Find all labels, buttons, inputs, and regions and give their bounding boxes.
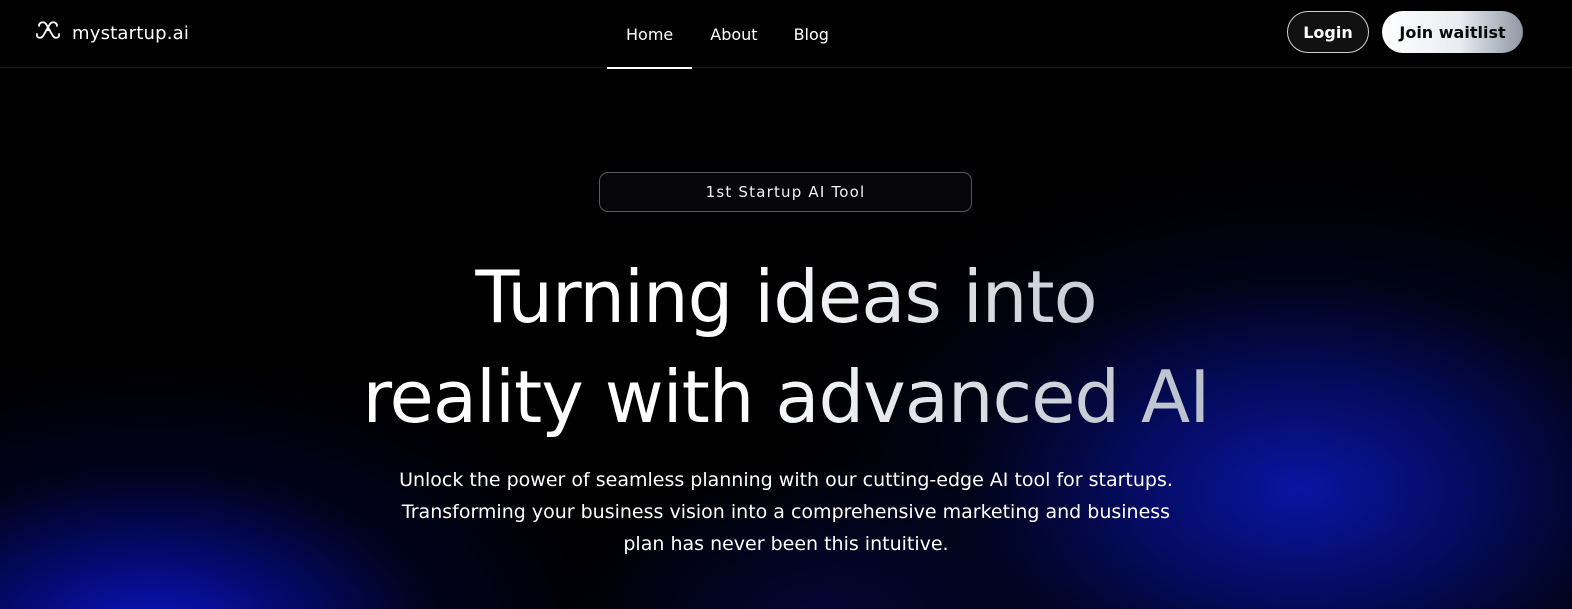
top-navigation-bar: mystartup.ai Home About Blog Login Join … — [0, 0, 1572, 69]
hero-subtitle: Unlock the power of seamless planning wi… — [399, 469, 1173, 555]
hero-headline-line-1: Turning ideas into — [475, 255, 1097, 339]
login-button[interactable]: Login — [1287, 11, 1369, 53]
join-waitlist-button[interactable]: Join waitlist — [1382, 11, 1523, 53]
nav-item-blog[interactable]: Blog — [776, 0, 847, 68]
landing-page: mystartup.ai Home About Blog Login Join … — [0, 0, 1572, 609]
hero-headline: Turning ideas into reality with advanced… — [0, 247, 1572, 447]
hero-headline-line-2: reality with advanced AI — [362, 355, 1210, 439]
hero-badge: 1st Startup AI Tool — [599, 172, 972, 212]
nav-item-home[interactable]: Home — [607, 0, 693, 69]
main-nav: Home About Blog — [607, 0, 847, 69]
link-knot-icon — [34, 17, 62, 49]
brand-logo[interactable]: mystartup.ai — [34, 18, 189, 48]
nav-item-about[interactable]: About — [692, 0, 775, 68]
brand-name: mystartup.ai — [72, 22, 190, 44]
